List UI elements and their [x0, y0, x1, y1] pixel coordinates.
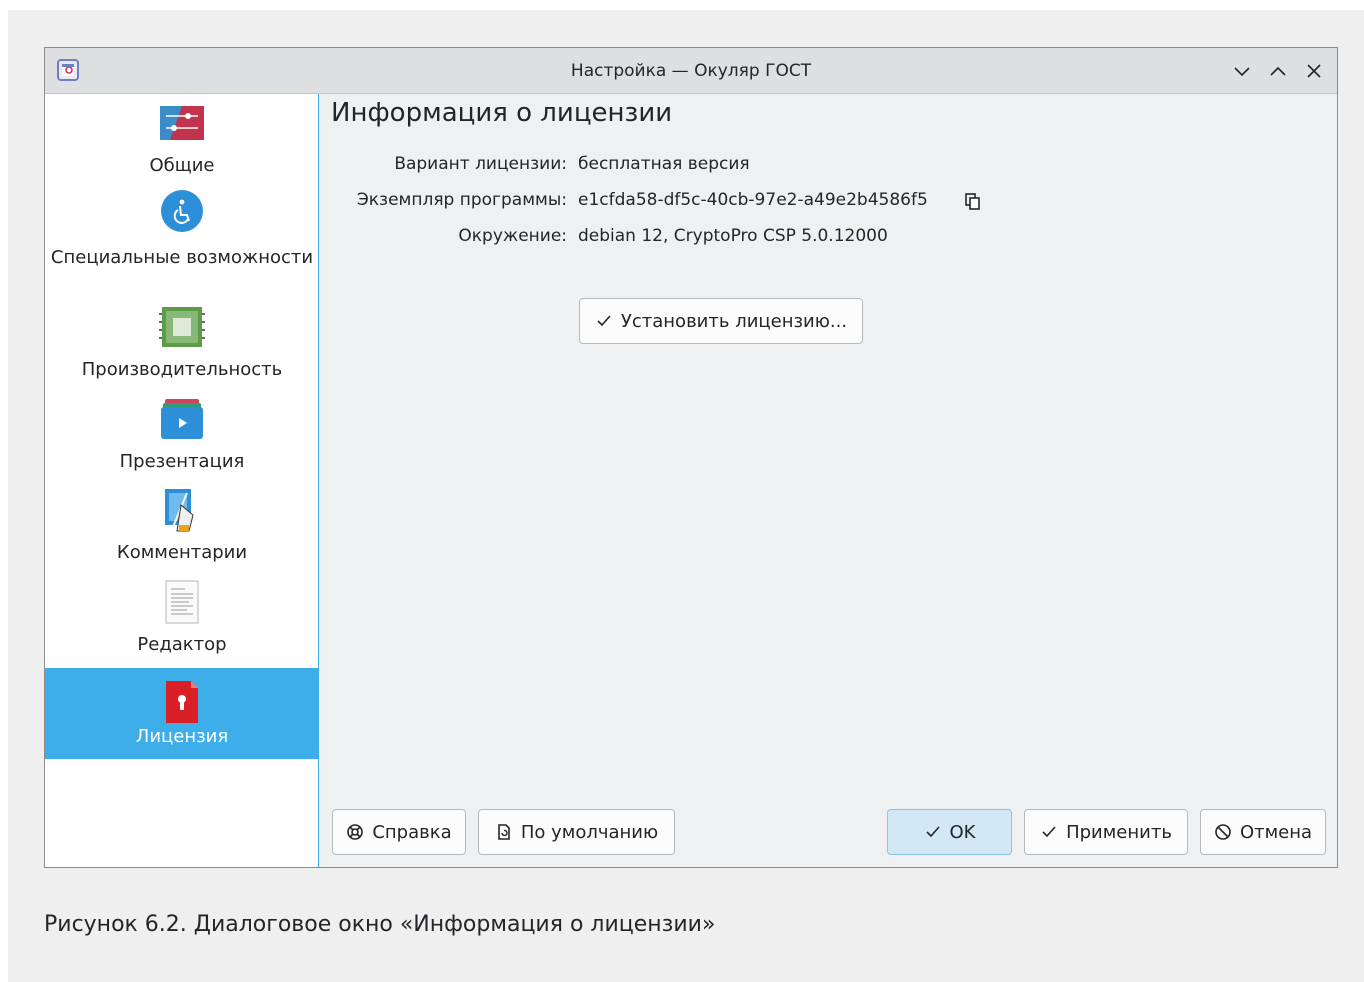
settings-dialog: Настройка — Окуляр ГОСТ Общие Специальны… [44, 47, 1338, 868]
general-settings-icon [160, 106, 204, 140]
sidebar-item-label: Лицензия [135, 726, 229, 747]
chevron-down-icon [1234, 67, 1250, 77]
sidebar-item-license[interactable]: Лицензия [45, 668, 319, 759]
sidebar-item-label: Редактор [137, 634, 227, 655]
accessibility-icon [161, 190, 203, 232]
sidebar-item-performance[interactable]: Производительность [45, 302, 319, 392]
sidebar-item-label: Специальные возможности [50, 247, 314, 268]
sidebar-item-label: Производительность [81, 359, 283, 380]
sidebar-item-label: Презентация [119, 451, 245, 472]
sidebar-item-presentation[interactable]: Презентация [45, 394, 319, 482]
install-license-label: Установить лицензию... [620, 310, 848, 332]
help-button[interactable]: Справка [332, 809, 466, 855]
checkmark-icon [597, 315, 611, 327]
license-page: Информация о лицензии Вариант лицензии: … [321, 94, 1337, 867]
help-lifebuoy-icon [347, 824, 364, 840]
defaults-label: По умолчанию [520, 821, 659, 843]
checkmark-icon [925, 826, 940, 838]
instance-value: e1cfda58-df5c-40cb-97e2-a49e2b4586f5 [578, 190, 928, 210]
license-variant-label: Вариант лицензии: [394, 154, 567, 174]
cancel-label: Отмена [1239, 821, 1313, 843]
close-button[interactable] [1303, 60, 1325, 82]
ok-button[interactable]: OK [887, 809, 1012, 855]
sidebar-item-label: Комментарии [116, 542, 248, 563]
environment-label: Окружение: [458, 226, 567, 246]
figure-caption: Рисунок 6.2. Диалоговое окно «Информация… [44, 912, 716, 937]
install-license-button[interactable]: Установить лицензию... [579, 298, 863, 344]
editor-document-icon [165, 580, 199, 624]
annotations-pen-icon [165, 489, 194, 532]
checkmark-icon [1042, 826, 1056, 838]
chevron-up-icon [1270, 66, 1286, 76]
sidebar-item-editor[interactable]: Редактор [45, 577, 319, 667]
close-icon [1307, 64, 1321, 78]
apply-button[interactable]: Применить [1024, 809, 1188, 855]
reset-document-icon [498, 824, 510, 840]
minimize-button[interactable] [1231, 60, 1253, 82]
page-title: Информация о лицензии [331, 98, 673, 128]
defaults-button[interactable]: По умолчанию [478, 809, 675, 855]
license-variant-value: бесплатная версия [578, 154, 750, 174]
copy-icon[interactable] [963, 192, 983, 212]
help-label: Справка [372, 821, 452, 843]
cancel-icon [1215, 824, 1231, 840]
presentation-icon [161, 399, 203, 439]
apply-label: Применить [1066, 821, 1172, 843]
environment-value: debian 12, CryptoPro CSP 5.0.12000 [578, 226, 888, 246]
ok-label: OK [949, 821, 976, 843]
performance-chip-icon [159, 307, 205, 347]
window-title: Настройка — Окуляр ГОСТ [570, 61, 812, 81]
maximize-button[interactable] [1267, 60, 1289, 82]
cancel-button[interactable]: Отмена [1200, 809, 1326, 855]
sidebar-item-annotations[interactable]: Комментарии [45, 485, 319, 575]
title-bar[interactable]: Настройка — Окуляр ГОСТ [45, 48, 1337, 94]
license-keyhole-icon [166, 681, 198, 723]
instance-label: Экземпляр программы: [356, 190, 567, 210]
